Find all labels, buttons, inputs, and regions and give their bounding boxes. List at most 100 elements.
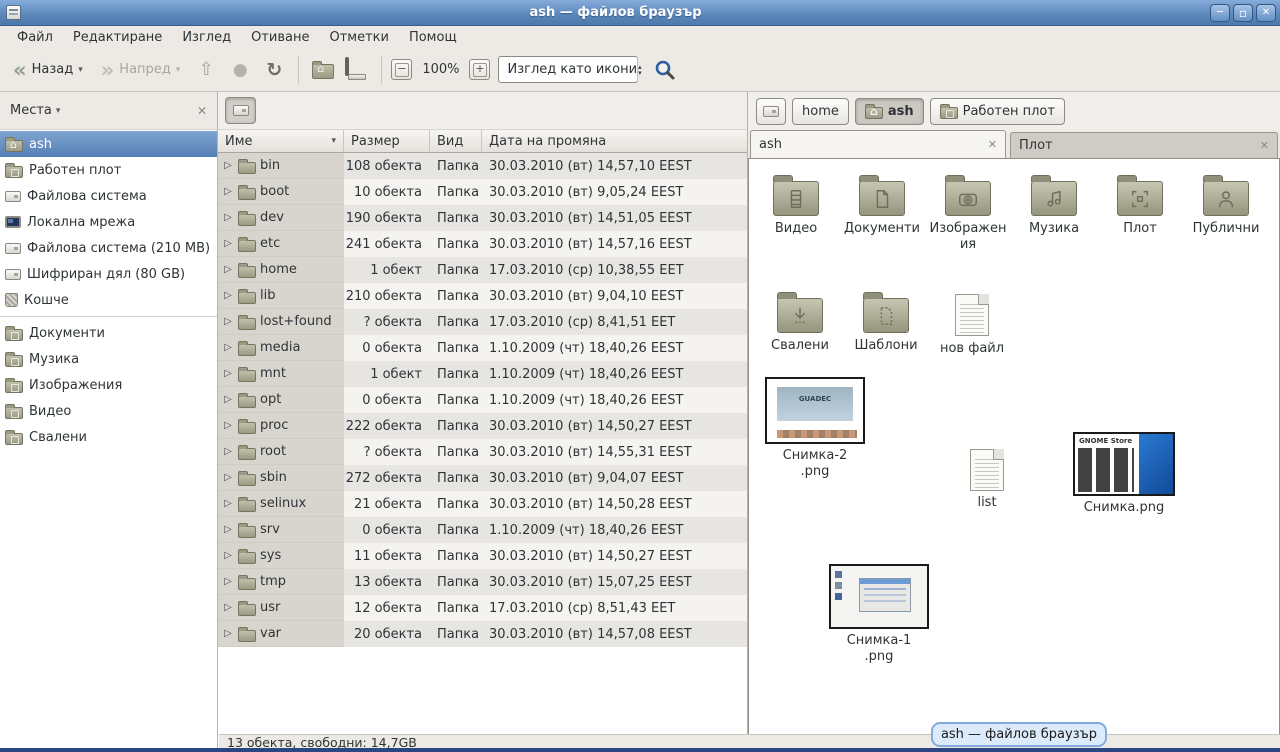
expander-icon[interactable]: ▷ bbox=[222, 264, 234, 275]
place-item-trash[interactable]: Кошче bbox=[0, 287, 217, 313]
zoom-out-button[interactable] bbox=[391, 59, 412, 80]
table-row[interactable]: ▷root? обектаПапка30.03.2010 (вт) 14,55,… bbox=[218, 439, 747, 465]
place-item-filesystem-210[interactable]: Файлова система (210 MB) bbox=[0, 235, 217, 261]
icon-item-public[interactable]: Публични bbox=[1183, 173, 1269, 252]
place-item-video[interactable]: Видео bbox=[0, 398, 217, 424]
tab-plot[interactable]: Плот✕ bbox=[1010, 132, 1278, 158]
icon-item-downloads[interactable]: Свалени bbox=[757, 290, 843, 357]
table-row[interactable]: ▷mnt1 обектПапка1.10.2009 (чт) 18,40,26 … bbox=[218, 361, 747, 387]
home-button[interactable] bbox=[308, 55, 338, 85]
table-row[interactable]: ▷media0 обектаПапка1.10.2009 (чт) 18,40,… bbox=[218, 335, 747, 361]
place-item-encrypted[interactable]: Шифриран дял (80 GB) bbox=[0, 261, 217, 287]
minimize-button[interactable] bbox=[1210, 4, 1230, 22]
icon-item-snimka[interactable]: GNOME Store Снимка.png bbox=[1065, 432, 1183, 516]
place-item-filesystem[interactable]: Файлова система bbox=[0, 183, 217, 209]
table-row[interactable]: ▷usr12 обектаПапка17.03.2010 (ср) 8,51,4… bbox=[218, 595, 747, 621]
expander-icon[interactable]: ▷ bbox=[222, 212, 234, 223]
expander-icon[interactable]: ▷ bbox=[222, 160, 234, 171]
zoom-in-button[interactable] bbox=[469, 59, 490, 80]
taskbar-window-button[interactable]: ash — файлов браузър bbox=[931, 722, 1107, 747]
menu-item[interactable]: Файл bbox=[8, 28, 62, 47]
menu-item[interactable]: Отиване bbox=[242, 28, 318, 47]
menu-item[interactable]: Помощ bbox=[400, 28, 466, 47]
icon-item-snimka2[interactable]: GUADEC Снимка-2.png bbox=[757, 377, 873, 479]
expander-icon[interactable]: ▷ bbox=[222, 602, 234, 613]
expander-icon[interactable]: ▷ bbox=[222, 342, 234, 353]
place-item-desktop[interactable]: Работен плот bbox=[0, 157, 217, 183]
expander-icon[interactable]: ▷ bbox=[222, 576, 234, 587]
expander-icon[interactable]: ▷ bbox=[222, 550, 234, 561]
stop-button[interactable]: ● bbox=[225, 55, 255, 85]
expander-icon[interactable]: ▷ bbox=[222, 238, 234, 249]
column-header-type[interactable]: Вид bbox=[430, 130, 482, 153]
close-button[interactable] bbox=[1256, 4, 1276, 22]
icon-view[interactable]: Видео Документи Изображения Музика bbox=[748, 158, 1280, 748]
icon-item-new-file[interactable]: нов файл bbox=[929, 290, 1015, 357]
table-row[interactable]: ▷opt0 обектаПапка1.10.2009 (чт) 18,40,26… bbox=[218, 387, 747, 413]
place-item-music[interactable]: Музика bbox=[0, 346, 217, 372]
expander-icon[interactable]: ▷ bbox=[222, 446, 234, 457]
path-root-button[interactable] bbox=[756, 98, 786, 125]
expander-icon[interactable]: ▷ bbox=[222, 368, 234, 379]
forward-button[interactable]: » Напред ▾ bbox=[94, 57, 188, 83]
expander-icon[interactable]: ▷ bbox=[222, 524, 234, 535]
tab-close-icon[interactable]: ✕ bbox=[988, 138, 997, 151]
chevron-down-icon[interactable]: ▾ bbox=[176, 65, 181, 75]
place-item-downloads[interactable]: Свалени bbox=[0, 424, 217, 450]
expander-icon[interactable]: ▷ bbox=[222, 394, 234, 405]
table-row[interactable]: ▷srv0 обектаПапка1.10.2009 (чт) 18,40,26… bbox=[218, 517, 747, 543]
table-row[interactable]: ▷proc222 обектаПапка30.03.2010 (вт) 14,5… bbox=[218, 413, 747, 439]
chevron-down-icon[interactable]: ▾ bbox=[78, 65, 83, 75]
sidebar-close-icon[interactable]: ✕ bbox=[197, 104, 207, 118]
reload-button[interactable]: ↻ bbox=[259, 55, 289, 85]
tab-ash[interactable]: ash✕ bbox=[750, 130, 1006, 158]
table-row[interactable]: ▷sbin272 обектаПапка30.03.2010 (вт) 9,04… bbox=[218, 465, 747, 491]
icon-item-music[interactable]: Музика bbox=[1011, 173, 1097, 252]
menu-item[interactable]: Редактиране bbox=[64, 28, 171, 47]
icon-item-snimka1[interactable]: Снимка-1.png bbox=[821, 564, 937, 664]
icon-item-templates[interactable]: Шаблони bbox=[843, 290, 929, 357]
column-header-size[interactable]: Размер bbox=[344, 130, 430, 153]
computer-button[interactable] bbox=[342, 55, 372, 85]
filesystem-root-button[interactable] bbox=[225, 97, 256, 124]
icon-item-documents[interactable]: Документи bbox=[839, 173, 925, 252]
table-row[interactable]: ▷bin108 обектаПапка30.03.2010 (вт) 14,57… bbox=[218, 153, 747, 179]
table-row[interactable]: ▷home1 обектПапка17.03.2010 (ср) 10,38,5… bbox=[218, 257, 747, 283]
tab-close-icon[interactable]: ✕ bbox=[1260, 139, 1269, 152]
table-row[interactable]: ▷etc241 обектаПапка30.03.2010 (вт) 14,57… bbox=[218, 231, 747, 257]
table-row[interactable]: ▷tmp13 обектаПапка30.03.2010 (вт) 15,07,… bbox=[218, 569, 747, 595]
place-item-ash[interactable]: ash bbox=[0, 131, 217, 157]
search-button[interactable] bbox=[650, 55, 680, 85]
expander-icon[interactable]: ▷ bbox=[222, 472, 234, 483]
column-header-name[interactable]: Име▾ bbox=[218, 130, 344, 153]
expander-icon[interactable]: ▷ bbox=[222, 290, 234, 301]
chevron-down-icon[interactable]: ▾ bbox=[56, 106, 61, 116]
menu-item[interactable]: Изглед bbox=[173, 28, 240, 47]
menu-item[interactable]: Отметки bbox=[320, 28, 397, 47]
table-row[interactable]: ▷var20 обектаПапка30.03.2010 (вт) 14,57,… bbox=[218, 621, 747, 647]
icon-item-list[interactable]: list bbox=[945, 445, 1029, 511]
table-row[interactable]: ▷sys11 обектаПапка30.03.2010 (вт) 14,50,… bbox=[218, 543, 747, 569]
column-header-date[interactable]: Дата на промяна bbox=[482, 130, 747, 153]
expander-icon[interactable]: ▷ bbox=[222, 420, 234, 431]
place-item-pictures[interactable]: Изображения bbox=[0, 372, 217, 398]
titlebar[interactable]: ash — файлов браузър bbox=[0, 0, 1280, 26]
place-item-network[interactable]: Локална мрежа bbox=[0, 209, 217, 235]
icon-item-pictures[interactable]: Изображения bbox=[925, 173, 1011, 252]
table-row[interactable]: ▷boot10 обектаПапка30.03.2010 (вт) 9,05,… bbox=[218, 179, 747, 205]
table-row[interactable]: ▷dev190 обектаПапка30.03.2010 (вт) 14,51… bbox=[218, 205, 747, 231]
sidebar-title[interactable]: Места bbox=[10, 103, 52, 118]
table-row[interactable]: ▷selinux21 обектаПапка30.03.2010 (вт) 14… bbox=[218, 491, 747, 517]
expander-icon[interactable]: ▷ bbox=[222, 186, 234, 197]
path-button-ash[interactable]: ash bbox=[855, 98, 924, 125]
back-button[interactable]: « Назад ▾ bbox=[6, 57, 90, 83]
path-button-desktop[interactable]: Работен плот bbox=[930, 98, 1065, 125]
icon-item-video[interactable]: Видео bbox=[753, 173, 839, 252]
table-row[interactable]: ▷lib210 обектаПапка30.03.2010 (вт) 9,04,… bbox=[218, 283, 747, 309]
place-item-documents[interactable]: Документи bbox=[0, 320, 217, 346]
table-row[interactable]: ▷lost+found? обектаПапка17.03.2010 (ср) … bbox=[218, 309, 747, 335]
up-button[interactable]: ⇧ bbox=[191, 55, 221, 85]
expander-icon[interactable]: ▷ bbox=[222, 628, 234, 639]
icon-item-desktop[interactable]: Плот bbox=[1097, 173, 1183, 252]
spinner-icon[interactable]: ▴▾ bbox=[637, 57, 642, 82]
